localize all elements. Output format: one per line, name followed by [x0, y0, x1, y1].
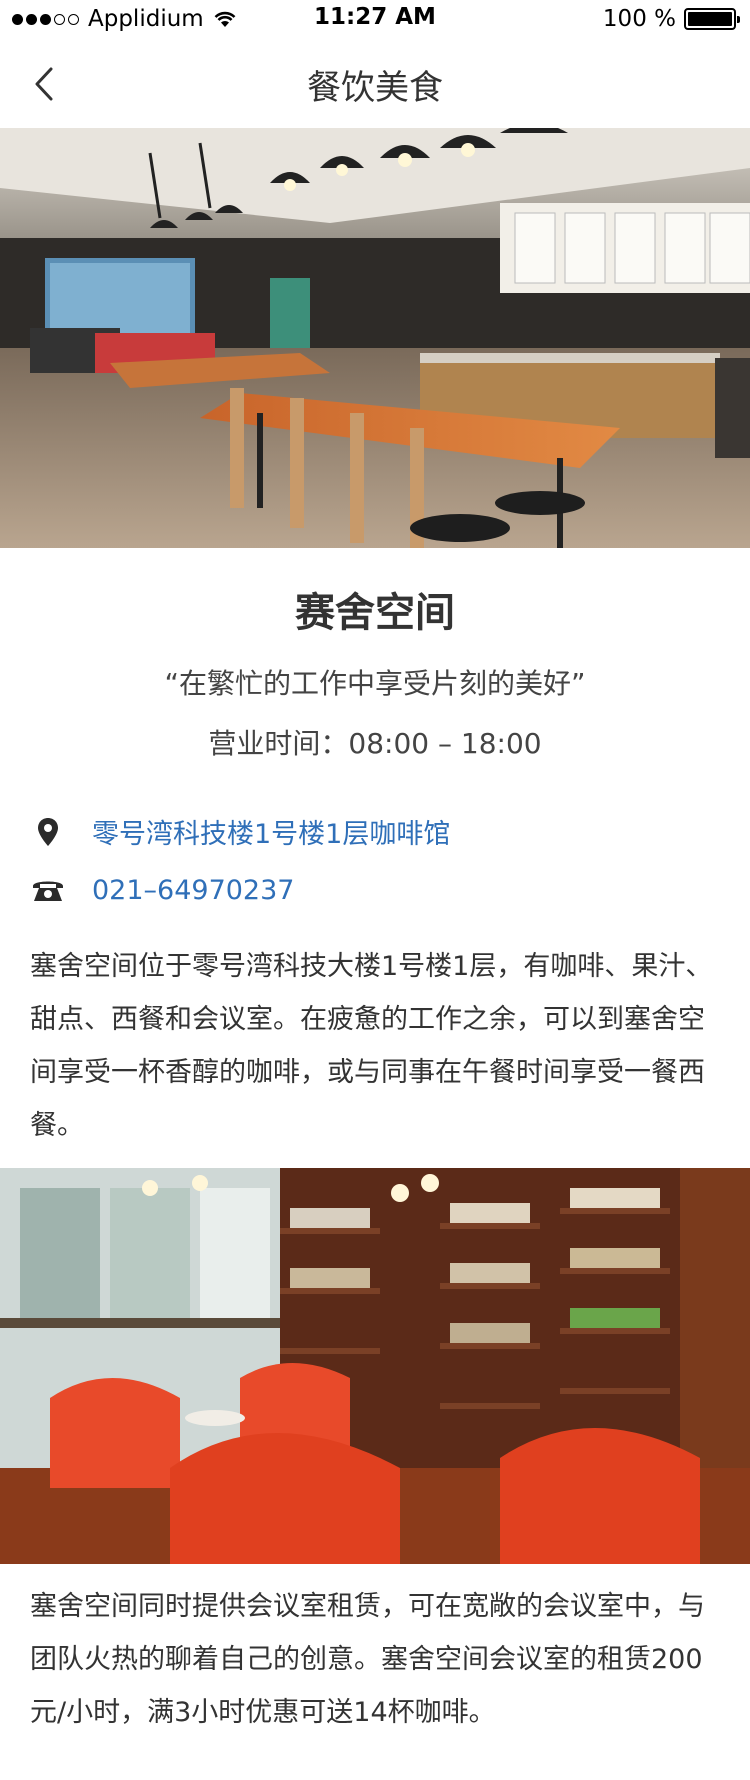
phone-row[interactable]: 021–64970237	[30, 872, 294, 908]
cafe-interior-photo	[0, 128, 750, 548]
page-title: 餐饮美食	[307, 68, 443, 108]
status-bar: Applidium 11:27 AM 100 %	[0, 0, 750, 40]
opening-hours: 营业时间：08:00 – 18:00	[208, 727, 542, 760]
phone-link[interactable]: 021–64970237	[92, 875, 294, 906]
description-paragraph: 塞舍空间位于零号湾科技大楼1号楼1层，有咖啡、果汁、甜点、西餐和会议室。在疲惫的…	[30, 951, 713, 1141]
battery-status: 100 %	[602, 6, 740, 32]
venue-name: 赛舍空间	[295, 590, 455, 636]
location-pin-icon	[30, 814, 66, 850]
address-link[interactable]: 零号湾科技楼1号楼1层咖啡馆	[92, 812, 450, 851]
lounge-bookshelf-photo	[0, 1168, 750, 1564]
address-row[interactable]: 零号湾科技楼1号楼1层咖啡馆	[30, 812, 450, 851]
battery-level	[688, 12, 732, 26]
battery-percentage: 100 %	[602, 6, 676, 32]
nav-bar: 餐饮美食	[0, 40, 750, 128]
telephone-icon	[30, 872, 66, 908]
venue-slogan: “在繁忙的工作中享受片刻的美好”	[164, 667, 586, 700]
meeting-room-paragraph: 塞舍空间同时提供会议室租赁，可在宽敞的会议室中，与团队火热的聊着自己的创意。塞舍…	[30, 1591, 705, 1728]
battery-icon	[684, 8, 740, 30]
